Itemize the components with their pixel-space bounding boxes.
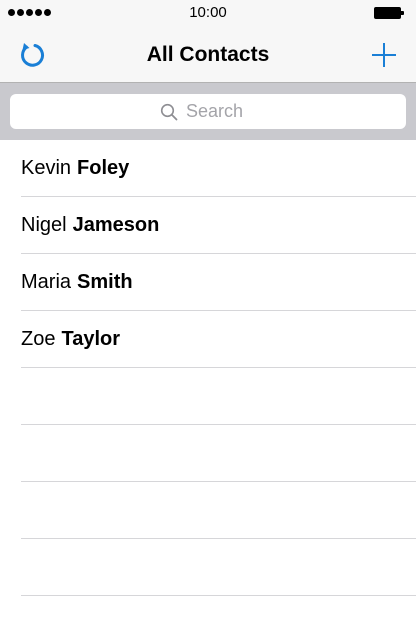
contact-row[interactable]: Maria Smith bbox=[0, 254, 416, 311]
contact-row[interactable]: Nigel Jameson bbox=[0, 197, 416, 254]
battery-icon bbox=[374, 7, 404, 19]
contact-first-name: Zoe bbox=[21, 328, 56, 350]
empty-row bbox=[0, 482, 416, 539]
search-bar bbox=[0, 83, 416, 140]
contact-last-name: Smith bbox=[77, 271, 133, 293]
plus-icon bbox=[372, 43, 396, 67]
page-title: All Contacts bbox=[146, 43, 270, 66]
contact-last-name: Taylor bbox=[61, 328, 121, 350]
empty-row bbox=[0, 425, 416, 482]
contact-last-name: Foley bbox=[77, 157, 130, 179]
add-contact-button[interactable] bbox=[366, 37, 402, 73]
battery-tip bbox=[401, 11, 404, 15]
refresh-button[interactable] bbox=[14, 37, 50, 73]
battery-body bbox=[374, 7, 401, 19]
contact-first-name: Kevin bbox=[21, 157, 72, 179]
contacts-screen: 10:00 All Contacts Search Kevin Foley Ni… bbox=[0, 0, 416, 624]
navigation-bar: All Contacts bbox=[0, 28, 416, 83]
contact-first-name: Maria bbox=[21, 271, 72, 293]
search-input[interactable] bbox=[186, 101, 256, 122]
refresh-icon bbox=[21, 43, 45, 67]
empty-row bbox=[0, 368, 416, 425]
contact-first-name: Nigel bbox=[21, 214, 67, 236]
contact-list: Kevin Foley Nigel Jameson Maria Smith Zo… bbox=[0, 140, 416, 596]
status-time: 10:00 bbox=[189, 4, 227, 21]
contact-row[interactable]: Kevin Foley bbox=[0, 140, 416, 197]
contact-last-name: Jameson bbox=[72, 214, 160, 236]
empty-row bbox=[0, 539, 416, 596]
contact-row[interactable]: Zoe Taylor bbox=[0, 311, 416, 368]
status-bar: 10:00 bbox=[0, 0, 416, 28]
search-field[interactable] bbox=[10, 94, 406, 129]
search-icon bbox=[160, 103, 178, 121]
